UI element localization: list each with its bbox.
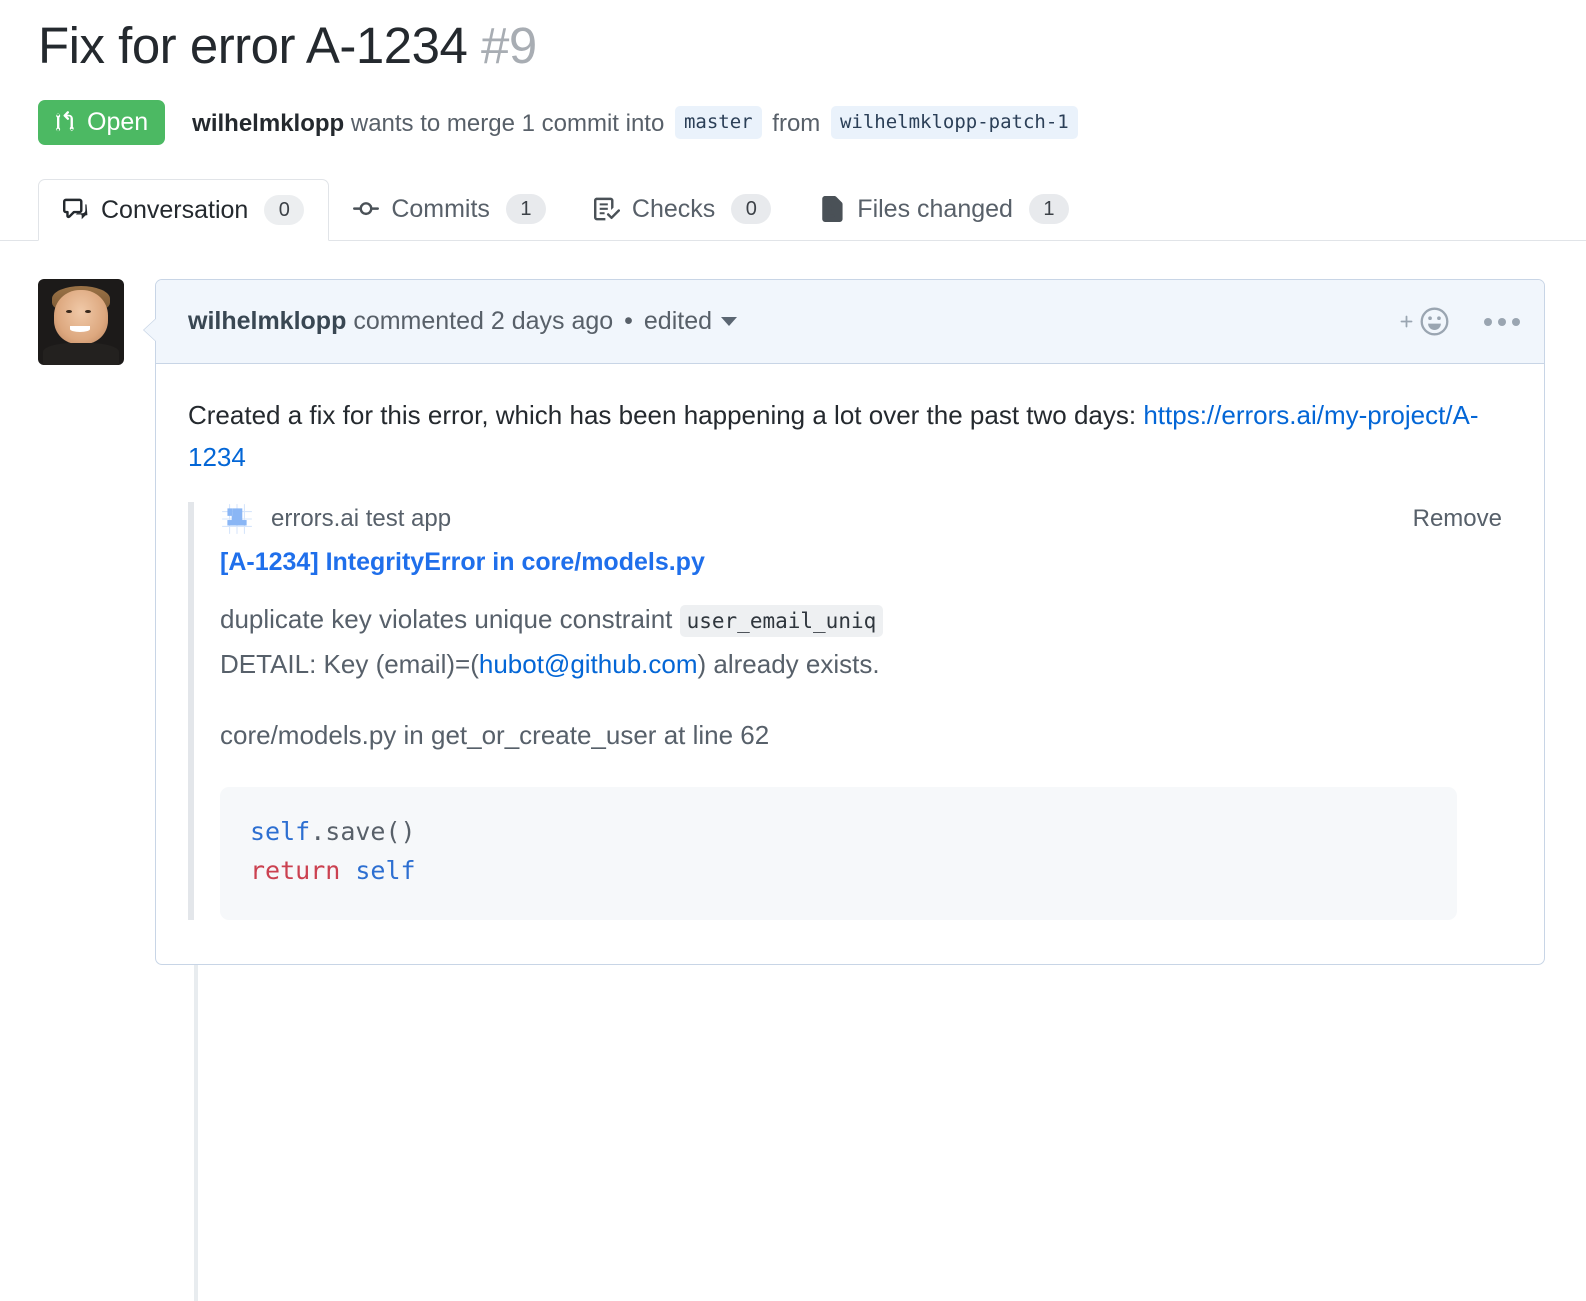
code-token-call: .save() — [310, 817, 415, 846]
code-token-self: self — [250, 817, 310, 846]
comment-meta: wilhelmklopp commented 2 days ago • edit… — [188, 307, 737, 336]
merge-action-text: wants to merge 1 commit into — [351, 110, 664, 137]
add-reaction-smiley-icon[interactable] — [1397, 306, 1450, 337]
comment-text: Created a fix for this error, which has … — [188, 394, 1512, 478]
unfurl-detail-email-link[interactable]: hubot@github.com — [479, 649, 698, 679]
pr-timeline: wilhelmklopp commented 2 days ago • edit… — [0, 241, 1586, 965]
kebab-dot — [1484, 318, 1492, 326]
unfurl-header: errors.ai test app Remove — [220, 502, 1512, 536]
tab-conversation-label: Conversation — [101, 196, 248, 225]
kebab-dot — [1512, 318, 1520, 326]
status-badge: Open — [38, 100, 165, 145]
tab-files-changed[interactable]: Files changed 1 — [795, 178, 1093, 240]
comment-edited-label: edited — [644, 307, 712, 336]
code-token-return: return — [250, 856, 340, 885]
git-commit-icon — [353, 196, 379, 222]
pr-author[interactable]: wilhelmklopp — [192, 110, 344, 137]
unfurl-title-link[interactable]: [A-1234] IntegrityError in core/models.p… — [220, 548, 1512, 577]
kebab-dot — [1498, 318, 1506, 326]
comment-edited-dropdown[interactable]: edited — [644, 307, 737, 336]
kebab-horizontal-icon[interactable] — [1484, 318, 1520, 326]
git-pull-request-icon — [53, 110, 78, 135]
comment-separator: • — [620, 307, 637, 335]
comment-body: Created a fix for this error, which has … — [156, 364, 1544, 964]
unfurl-code-block: self.save() return self — [220, 787, 1457, 921]
checklist-icon — [594, 196, 620, 222]
tab-commits-count: 1 — [506, 194, 546, 224]
tab-conversation[interactable]: Conversation 0 — [38, 179, 329, 241]
tab-checks-label: Checks — [632, 195, 715, 224]
tab-checks-count: 0 — [731, 194, 771, 224]
pr-subheader: Open wilhelmklopp wants to merge 1 commi… — [38, 100, 1586, 145]
tab-commits[interactable]: Commits 1 — [329, 178, 570, 240]
merge-description: wilhelmklopp wants to merge 1 commit int… — [192, 106, 1082, 140]
from-label: from — [772, 110, 820, 137]
comment-header: wilhelmklopp commented 2 days ago • edit… — [156, 280, 1544, 364]
error-unfurl-card: errors.ai test app Remove [A-1234] Integ… — [188, 502, 1512, 920]
status-badge-label: Open — [87, 110, 148, 135]
comment-box: wilhelmklopp commented 2 days ago • edit… — [155, 279, 1545, 965]
unfurl-error-message-text: duplicate key violates unique constraint — [220, 604, 680, 634]
avatar-face — [54, 290, 107, 343]
comment-author[interactable]: wilhelmklopp — [188, 307, 346, 335]
unfurl-app-name: errors.ai test app — [271, 505, 451, 533]
pr-title-text: Fix for error A-1234 — [38, 17, 467, 74]
pr-tab-bar: Conversation 0 Commits 1 Checks 0 — [0, 178, 1586, 241]
tab-files-changed-label: Files changed — [857, 195, 1013, 224]
comment-actions — [1397, 306, 1520, 337]
avatar-body — [43, 343, 119, 365]
base-branch-chip[interactable]: master — [675, 106, 762, 140]
comment-discussion-icon — [63, 197, 89, 223]
comment-timestamp[interactable]: 2 days ago — [491, 307, 613, 335]
tab-checks[interactable]: Checks 0 — [570, 178, 795, 240]
code-line: self.save() — [250, 813, 1427, 852]
tab-files-changed-count: 1 — [1029, 194, 1069, 224]
comment-row: wilhelmklopp commented 2 days ago • edit… — [38, 279, 1586, 965]
errors-ai-app-icon — [220, 502, 254, 536]
page-title: Fix for error A-1234 #9 — [38, 18, 1586, 74]
tab-conversation-count: 0 — [264, 195, 304, 225]
avatar[interactable] — [38, 279, 124, 365]
comment-arrow-inner — [144, 318, 157, 342]
remove-unfurl-button[interactable]: Remove — [1413, 505, 1502, 533]
tab-commits-label: Commits — [391, 195, 490, 224]
unfurl-error-detail: DETAIL: Key (email)=(hubot@github.com) a… — [220, 644, 1512, 684]
pr-header: Fix for error A-1234 #9 Open wilhelmklop… — [0, 0, 1586, 145]
comment-text-lead: Created a fix for this error, which has … — [188, 400, 1143, 430]
unfurl-error-message: duplicate key violates unique constraint… — [220, 599, 1512, 639]
unfurl-detail-suffix: ) already exists. — [698, 649, 880, 679]
head-branch-chip[interactable]: wilhelmklopp-patch-1 — [831, 106, 1078, 140]
chevron-down-icon — [721, 317, 737, 326]
code-line: return self — [250, 852, 1427, 891]
comment-action: commented — [353, 307, 484, 335]
unfurl-app-info: errors.ai test app — [220, 502, 451, 536]
file-diff-icon — [819, 196, 845, 222]
unfurl-stack-trace-line: core/models.py in get_or_create_user at … — [220, 720, 1512, 751]
code-token-self: self — [355, 856, 415, 885]
unfurl-detail-prefix: DETAIL: Key (email)=( — [220, 649, 479, 679]
pr-number: #9 — [481, 17, 537, 74]
unfurl-constraint-code: user_email_uniq — [680, 605, 884, 637]
code-token-space — [340, 856, 355, 885]
